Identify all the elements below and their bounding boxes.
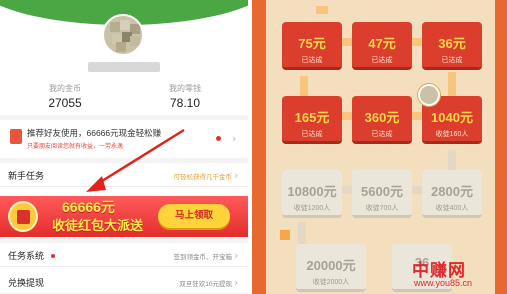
notification-dot bbox=[216, 136, 221, 141]
claim-now-button[interactable]: 马上领取 bbox=[158, 204, 230, 228]
border-right bbox=[495, 0, 507, 294]
reward-amount: 10800元 bbox=[287, 184, 337, 199]
notification-dot bbox=[51, 254, 55, 258]
reward-card[interactable]: 75元 已达成 bbox=[282, 22, 342, 70]
chevron-right-icon: › bbox=[234, 276, 239, 289]
withdraw-hint: 双旦狂欢10元提现 bbox=[179, 281, 232, 288]
reward-card[interactable]: 47元 已达成 bbox=[352, 22, 412, 70]
reward-status: 收徒2000人 bbox=[312, 279, 350, 286]
chevron-right-icon: › bbox=[234, 169, 239, 182]
task-system-title: 任务系统 bbox=[8, 251, 45, 261]
recruit-red-packet-banner[interactable]: 66666元 收徒红包大派送 马上领取 bbox=[0, 196, 248, 237]
path-marker bbox=[280, 230, 290, 240]
divider bbox=[0, 238, 248, 243]
reward-card[interactable]: 165元 已达成 bbox=[282, 96, 342, 144]
reward-status: 已达成 bbox=[441, 57, 463, 64]
reward-status: 已达成 bbox=[301, 131, 323, 138]
reward-card[interactable]: 36元 已达成 bbox=[422, 22, 482, 70]
reward-amount: 75元 bbox=[298, 36, 326, 51]
task-system-hint: 签到领金币、开宝箱 bbox=[173, 254, 233, 261]
coins-label: 我的金币 bbox=[49, 84, 81, 93]
reward-amount: 36元 bbox=[438, 36, 466, 51]
site-watermark: 中赚网 www.you85.cn bbox=[412, 256, 507, 292]
banner-amount: 66666元 bbox=[62, 199, 115, 215]
reward-amount: 1040元 bbox=[431, 110, 473, 125]
gift-icon bbox=[8, 201, 38, 232]
chevron-right-icon: › bbox=[232, 132, 237, 145]
chevron-right-icon: › bbox=[234, 249, 239, 262]
profile-panel: 我的金币 27055 我的零钱 78.10 推荐好友使用，66666元现金轻松赚… bbox=[0, 0, 248, 294]
reward-card[interactable]: 10800元 收徒1200人 bbox=[282, 170, 342, 218]
reward-status: 收徒700人 bbox=[365, 205, 399, 212]
newbie-task-title: 新手任务 bbox=[8, 171, 45, 181]
task-system-row[interactable]: 任务系统 签到领金币、开宝箱 › bbox=[0, 245, 248, 267]
reward-status: 已达成 bbox=[301, 57, 323, 64]
reward-map-panel: 75元 已达成 47元 已达成 36元 已达成 165元 已达成 360元 已达… bbox=[252, 0, 507, 294]
path-connector bbox=[316, 6, 328, 14]
reward-status: 收徒160人 bbox=[435, 131, 469, 138]
reward-card[interactable]: 2800元 收徒400人 bbox=[422, 170, 482, 218]
border-left bbox=[252, 0, 266, 294]
reward-card[interactable]: 360元 已达成 bbox=[352, 96, 412, 144]
red-envelope-icon bbox=[10, 129, 22, 144]
reward-amount: 2800元 bbox=[431, 184, 473, 199]
reward-status: 收徒1200人 bbox=[293, 205, 331, 212]
current-progress-avatar bbox=[418, 84, 440, 106]
reward-card[interactable]: 5600元 收徒700人 bbox=[352, 170, 412, 218]
avatar[interactable] bbox=[102, 14, 144, 56]
reward-amount: 20000元 bbox=[306, 258, 356, 273]
red-arrow-icon bbox=[86, 128, 185, 192]
path-connector bbox=[298, 222, 306, 246]
reward-card[interactable]: 20000元 收徒2000人 bbox=[296, 244, 366, 292]
banner-text: 收徒红包大派送 bbox=[52, 218, 144, 233]
coins-value: 27055 bbox=[48, 96, 82, 110]
divider bbox=[0, 115, 248, 120]
reward-amount: 47元 bbox=[368, 36, 396, 51]
reward-amount: 165元 bbox=[294, 110, 330, 125]
username-blurred bbox=[88, 62, 160, 72]
withdraw-row[interactable]: 兑换提现 双旦狂欢10元提现 › bbox=[0, 272, 248, 294]
change-label: 我的零钱 bbox=[169, 84, 201, 93]
reward-amount: 5600元 bbox=[361, 184, 403, 199]
reward-status: 已达成 bbox=[371, 57, 393, 64]
reward-status: 已达成 bbox=[371, 131, 393, 138]
watermark-url: www.you85.cn bbox=[414, 278, 473, 288]
change-value: 78.10 bbox=[169, 96, 201, 110]
my-coins[interactable]: 我的金币 27055 bbox=[20, 83, 110, 110]
reward-amount: 360元 bbox=[364, 110, 400, 125]
reward-status: 收徒400人 bbox=[435, 205, 469, 212]
profile-header bbox=[0, 0, 248, 95]
my-change[interactable]: 我的零钱 78.10 bbox=[140, 83, 230, 110]
withdraw-title: 兑换提现 bbox=[8, 278, 45, 288]
